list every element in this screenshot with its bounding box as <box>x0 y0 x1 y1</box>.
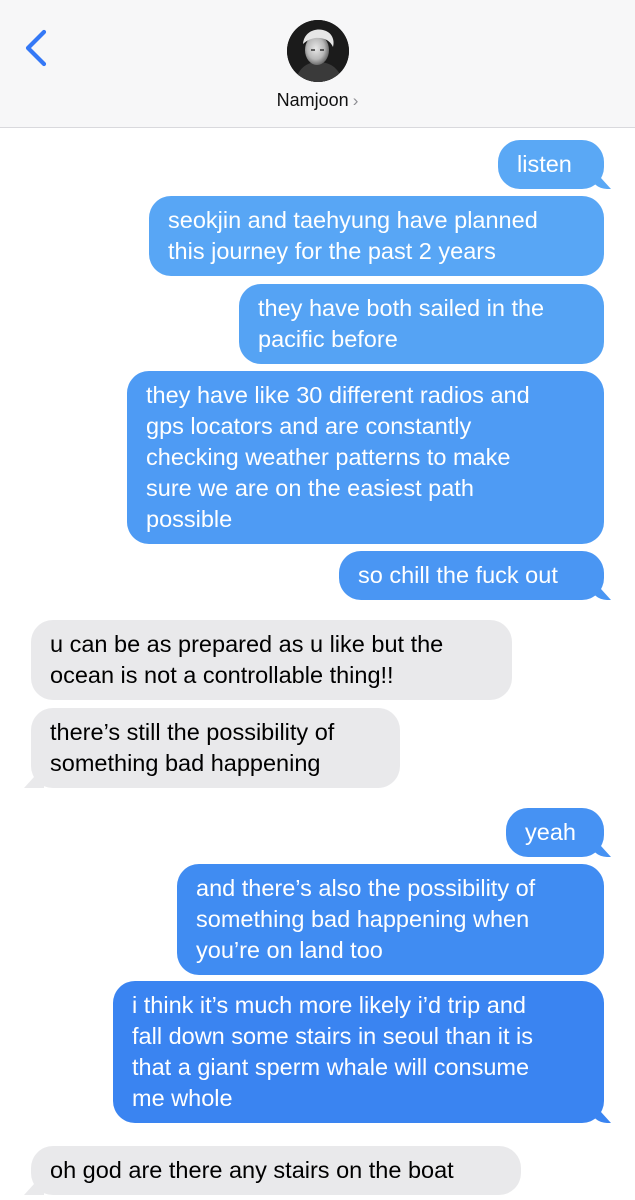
message-bubble-sent[interactable]: so chill the fuck out <box>339 551 604 600</box>
message-bubble-received[interactable]: u can be as prepared as u like but the o… <box>31 620 512 700</box>
contact-name-button[interactable]: Namjoon › <box>0 90 635 111</box>
message-thread[interactable]: listen seokjin and taehyung have planned… <box>0 128 635 1200</box>
chevron-left-icon <box>25 29 47 67</box>
message-bubble-sent[interactable]: seokjin and taehyung have planned this j… <box>149 196 604 276</box>
contact-name: Namjoon <box>276 90 349 110</box>
message-bubble-received[interactable]: oh god are there any stairs on the boat <box>31 1146 521 1195</box>
back-button[interactable] <box>22 28 54 68</box>
message-bubble-sent[interactable]: they have both sailed in the pacific bef… <box>239 284 604 364</box>
contact-avatar[interactable] <box>287 20 349 82</box>
message-bubble-sent[interactable]: and there’s also the possibility of some… <box>177 864 604 975</box>
chevron-right-icon: › <box>352 91 359 110</box>
message-bubble-sent[interactable]: they have like 30 different radios and g… <box>127 371 604 544</box>
conversation-header: Namjoon › <box>0 0 635 128</box>
message-bubble-sent[interactable]: yeah <box>506 808 604 857</box>
message-bubble-sent[interactable]: i think it’s much more likely i’d trip a… <box>113 981 604 1123</box>
message-bubble-received[interactable]: there’s still the possibility of somethi… <box>31 708 400 788</box>
message-bubble-sent[interactable]: listen <box>498 140 604 189</box>
